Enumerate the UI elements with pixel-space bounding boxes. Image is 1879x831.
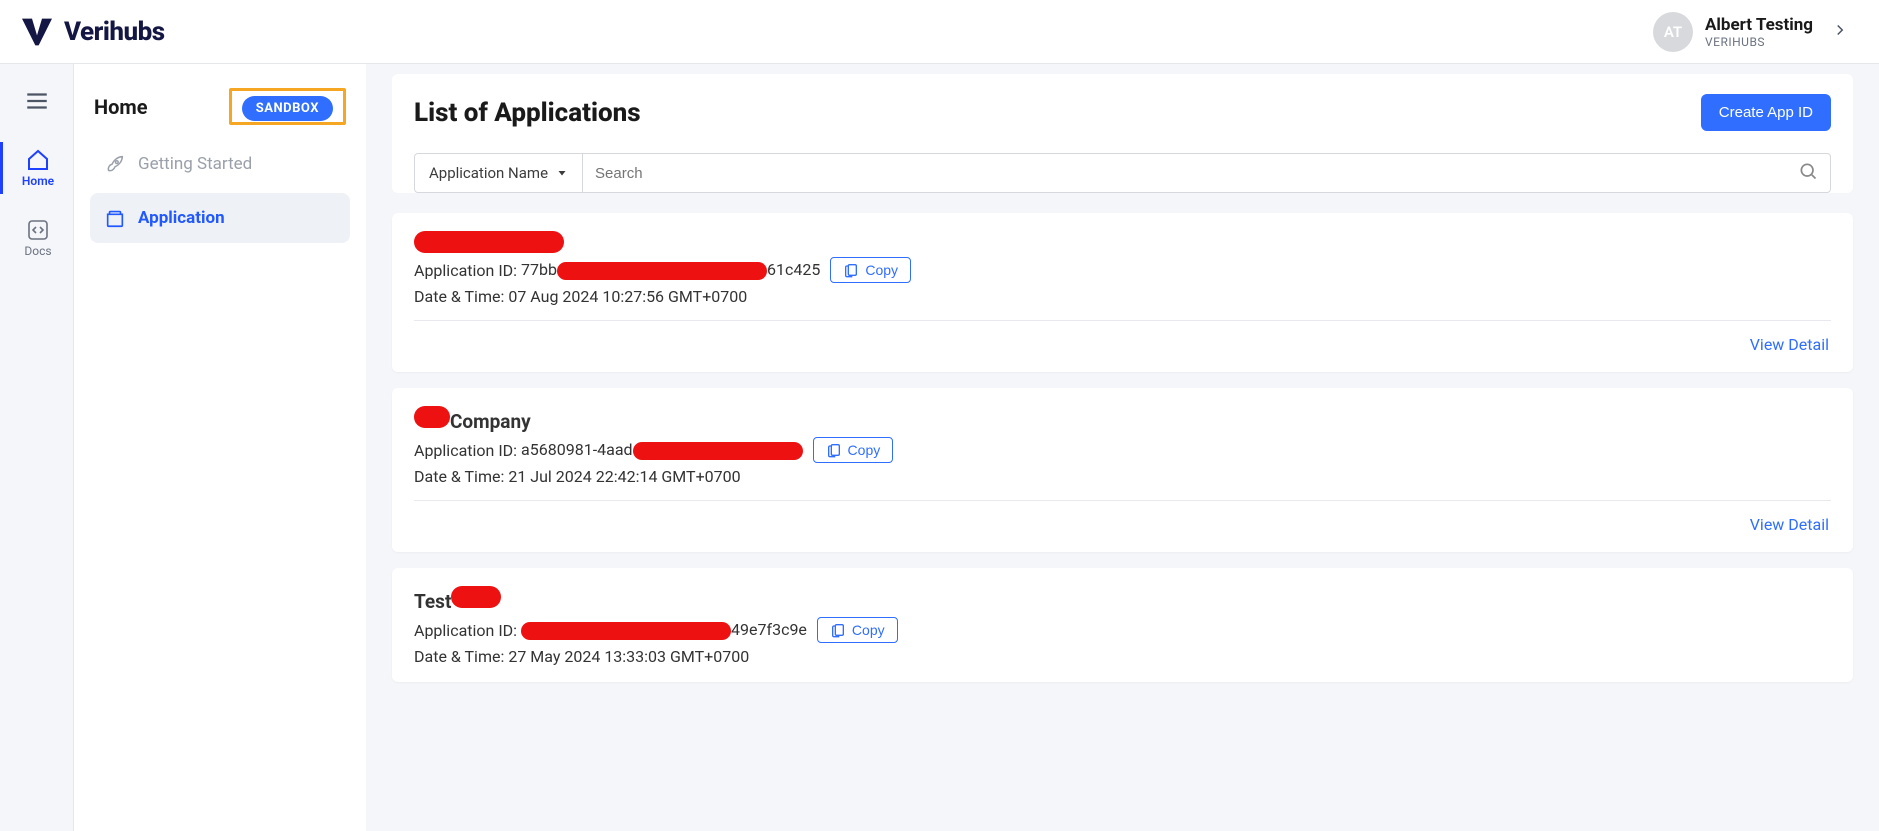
copy-button[interactable]: Copy xyxy=(817,617,898,643)
datetime-label: Date & Time: xyxy=(414,647,504,666)
rocket-icon xyxy=(104,153,126,175)
user-label: Albert Testing VERIHUBS xyxy=(1705,15,1813,49)
app-datetime-row: Date & Time: 27 May 2024 13:33:03 GMT+07… xyxy=(414,647,1831,666)
brand-logo[interactable]: Verihubs xyxy=(20,17,165,47)
rail-item-home[interactable]: Home xyxy=(0,142,73,194)
clipboard-icon xyxy=(826,442,842,458)
app-id-label: Application ID: xyxy=(414,261,517,280)
app-id-row: Application ID: a5680981-4aad Copy xyxy=(414,437,1831,463)
sandbox-highlight: SANDBOX xyxy=(229,88,346,125)
verihubs-logo-icon xyxy=(20,17,54,47)
sandbox-badge[interactable]: SANDBOX xyxy=(242,96,333,121)
datetime-value: 21 Jul 2024 22:42:14 GMT+0700 xyxy=(508,467,740,486)
application-card: Application ID: 77bb61c425 Copy Date & Tim… xyxy=(392,213,1853,372)
app-id-label: Application ID: xyxy=(414,621,517,640)
application-card: Test Application ID:49e7f3c9e Copy Date & T… xyxy=(392,568,1853,682)
topbar: Verihubs AT Albert Testing VERIHUBS xyxy=(0,0,1879,64)
view-detail-link[interactable]: View Detail xyxy=(1748,509,1831,540)
filter-label: Application Name xyxy=(429,164,548,182)
datetime-label: Date & Time: xyxy=(414,467,504,486)
redaction-mark xyxy=(451,586,501,608)
sidebar-item-application[interactable]: Application xyxy=(90,193,350,243)
application-icon xyxy=(104,207,126,229)
list-header-card: List of Applications Create App ID Appli… xyxy=(392,74,1853,193)
sidebar-title: Home xyxy=(94,95,148,119)
copy-button[interactable]: Copy xyxy=(813,437,894,463)
main-content: List of Applications Create App ID Appli… xyxy=(366,64,1879,831)
divider xyxy=(414,500,1831,501)
app-name: Test xyxy=(414,586,1831,613)
page-title: List of Applications xyxy=(414,98,641,128)
redaction-mark xyxy=(557,262,767,280)
search-input[interactable] xyxy=(595,165,1798,182)
menu-toggle-button[interactable] xyxy=(18,82,56,124)
code-icon xyxy=(26,218,50,242)
rail-item-label: Home xyxy=(22,174,54,188)
app-id-row: Application ID:49e7f3c9e Copy xyxy=(414,617,1831,643)
brand-name: Verihubs xyxy=(64,17,165,47)
redaction-mark xyxy=(521,622,731,640)
filter-dropdown[interactable]: Application Name xyxy=(415,154,583,192)
application-card: Company Application ID: a5680981-4aad Copy… xyxy=(392,388,1853,552)
rail-item-docs[interactable]: Docs xyxy=(0,212,73,264)
clipboard-icon xyxy=(830,622,846,638)
user-menu-chevron-icon[interactable] xyxy=(1825,15,1855,49)
clipboard-icon xyxy=(843,262,859,278)
copy-button[interactable]: Copy xyxy=(830,257,911,283)
app-id-value: a5680981-4aad xyxy=(521,440,803,460)
datetime-label: Date & Time: xyxy=(414,287,504,306)
app-datetime-row: Date & Time: 07 Aug 2024 10:27:56 GMT+07… xyxy=(414,287,1831,306)
divider xyxy=(414,320,1831,321)
datetime-value: 07 Aug 2024 10:27:56 GMT+0700 xyxy=(508,287,747,306)
create-app-id-button[interactable]: Create App ID xyxy=(1701,94,1831,131)
rail-item-label: Docs xyxy=(24,244,51,258)
app-datetime-row: Date & Time: 21 Jul 2024 22:42:14 GMT+07… xyxy=(414,467,1831,486)
sidebar-item-getting-started[interactable]: Getting Started xyxy=(90,139,350,189)
sidebar-item-label: Application xyxy=(138,208,225,228)
redaction-mark xyxy=(633,442,803,460)
avatar[interactable]: AT xyxy=(1653,12,1693,52)
home-icon xyxy=(26,148,50,172)
redaction-mark xyxy=(414,231,564,253)
redaction-mark xyxy=(414,406,450,428)
app-id-value: 49e7f3c9e xyxy=(521,620,807,640)
view-detail-link[interactable]: View Detail xyxy=(1748,329,1831,360)
sidebar-item-label: Getting Started xyxy=(138,154,252,174)
app-name: Company xyxy=(414,406,1831,433)
user-name: Albert Testing xyxy=(1705,15,1813,35)
left-rail: Home Docs xyxy=(0,64,74,831)
search-icon[interactable] xyxy=(1798,161,1818,185)
search-bar: Application Name xyxy=(414,153,1831,193)
app-id-value: 77bb61c425 xyxy=(521,260,820,280)
chevron-down-icon xyxy=(556,167,568,179)
app-name xyxy=(414,231,1831,253)
sidebar: Home SANDBOX Getting Started Application xyxy=(74,64,366,831)
datetime-value: 27 May 2024 13:33:03 GMT+0700 xyxy=(508,647,749,666)
app-id-row: Application ID: 77bb61c425 Copy xyxy=(414,257,1831,283)
user-org: VERIHUBS xyxy=(1705,35,1813,49)
app-id-label: Application ID: xyxy=(414,441,517,460)
